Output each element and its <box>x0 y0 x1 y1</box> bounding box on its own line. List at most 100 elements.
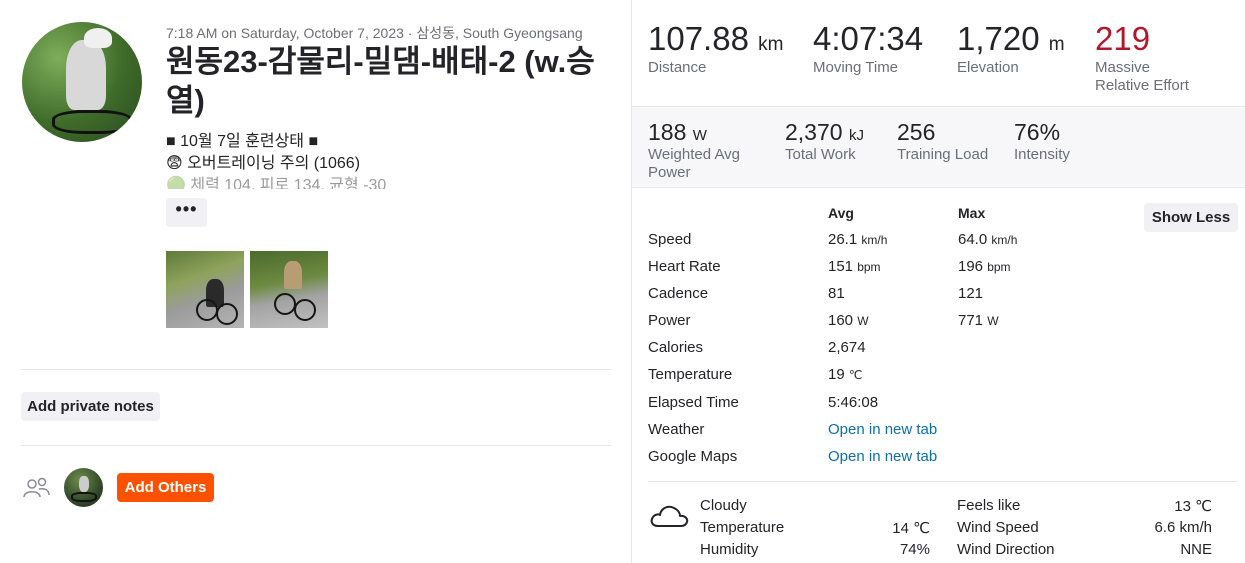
stat-unit: m <box>1048 34 1065 55</box>
detail-unit: ℃ <box>848 368 863 382</box>
stat-value: 1,720 <box>957 20 1040 57</box>
detail-avg: 160 <box>828 312 854 329</box>
detail-key: Calories <box>648 339 704 356</box>
detail-unit: bpm <box>857 260 881 274</box>
detail-max: 771 <box>958 312 984 329</box>
detail-row-google-maps: Google Maps Open in new tab <box>648 448 1188 468</box>
detail-row-temperature: Temperature 19 ℃ <box>648 366 1188 386</box>
activity-date-location: 7:18 AM on Saturday, October 7, 2023 · 삼… <box>166 25 583 41</box>
weather-link[interactable]: Open in new tab <box>828 421 937 438</box>
detail-unit: W <box>987 314 999 328</box>
secondary-stats: 188 W Weighted Avg Power 2,370 kJ Total … <box>632 106 1245 188</box>
description-line: 😨 오버트레이닝 주의 (1066) <box>166 155 361 172</box>
detail-row-speed: Speed 26.1 km/h 64.0 km/h <box>648 231 1188 251</box>
stat-label: Intensity <box>1014 146 1070 163</box>
stat-training-load: 256 Training Load <box>897 119 988 164</box>
detail-row-heart-rate: Heart Rate 151 bpm 196 bpm <box>648 258 1188 278</box>
stat-value: 188 <box>648 119 687 145</box>
detail-key: Heart Rate <box>648 258 721 275</box>
detail-unit: bpm <box>987 260 1011 274</box>
add-private-notes-button[interactable]: Add private notes <box>21 392 160 421</box>
stat-label: Power <box>648 164 691 181</box>
detail-unit: W <box>857 314 869 328</box>
stat-label: Relative Effort <box>1095 77 1189 94</box>
detail-avg: 81 <box>828 285 845 302</box>
detail-row-calories: Calories 2,674 <box>648 339 1188 359</box>
stat-label: Moving Time <box>813 59 899 76</box>
detail-key: Temperature <box>648 366 733 383</box>
stat-relative-effort[interactable]: 219 Massive Relative Effort <box>1095 20 1189 95</box>
stat-label: Training Load <box>897 146 989 163</box>
detail-key: Google Maps <box>648 448 738 465</box>
weather-wind-direction-label: Wind Direction <box>957 541 1055 558</box>
activity-summary-panel: 7:18 AM on Saturday, October 7, 2023 · 삼… <box>0 0 631 563</box>
stat-unit: kJ <box>848 127 864 144</box>
activity-title: 원동23-감물리-밀댐-배태-2 (w.승열) <box>166 44 595 118</box>
activity-photo[interactable] <box>250 251 328 328</box>
stat-value: 4:07:34 <box>813 20 924 57</box>
stat-value: 256 <box>897 119 936 145</box>
activity-description: ■ 10월 7일 훈련상태 ■ 😨 오버트레이닝 주의 (1066) 🟢 체력 … <box>166 131 386 189</box>
weather-humidity-label: Humidity <box>700 541 759 558</box>
max-column-header: Max <box>958 205 986 221</box>
stat-label: Total Work <box>785 146 856 163</box>
detail-avg: 19 <box>828 366 845 383</box>
detail-unit: km/h <box>991 233 1018 247</box>
detail-row-cadence: Cadence 81 121 <box>648 285 1188 305</box>
stat-elevation: 1,720 m Elevation <box>957 20 1065 77</box>
detail-unit: km/h <box>861 233 888 247</box>
detail-key: Weather <box>648 421 705 438</box>
detail-avg: 151 <box>828 258 854 275</box>
stat-label: Weighted Avg <box>648 146 741 163</box>
add-others-button[interactable]: Add Others <box>117 473 214 502</box>
detail-max: 196 <box>958 258 984 275</box>
show-less-button[interactable]: Show Less <box>1144 203 1238 232</box>
detail-avg: 2,674 <box>828 339 866 356</box>
stat-unit: W <box>692 127 707 144</box>
detail-row-power: Power 160 W 771 W <box>648 312 1188 332</box>
detail-row-weather: Weather Open in new tab <box>648 421 1188 441</box>
stat-intensity: 76% Intensity <box>1014 119 1070 164</box>
weather-humidity-value: 74% <box>899 541 930 558</box>
activity-stats-panel: 107.88 km Distance 4:07:34 Moving Time 1… <box>631 0 1245 563</box>
detail-key: Power <box>648 312 691 329</box>
weather-feels-like-label: Feels like <box>957 497 1021 514</box>
weather-wind-direction-value: NNE <box>1180 541 1212 558</box>
stat-value: 107.88 <box>648 20 749 57</box>
weather-feels-like-value: 13 ℃ <box>1174 498 1212 515</box>
stat-value: 219 <box>1095 20 1151 57</box>
stat-distance: 107.88 km Distance <box>648 20 783 77</box>
cloud-icon <box>650 505 689 527</box>
group-member-avatar[interactable] <box>64 468 103 507</box>
weather-temperature-label: Temperature <box>700 519 785 536</box>
stat-total-work: 2,370 kJ Total Work <box>785 119 864 164</box>
weather-wind-speed-value: 6.6 km/h <box>1154 519 1212 536</box>
activity-photo[interactable] <box>166 251 244 328</box>
more-description-button[interactable]: ••• <box>166 198 207 227</box>
detail-max: 64.0 <box>958 231 988 248</box>
stat-moving-time: 4:07:34 Moving Time <box>813 20 923 77</box>
divider <box>648 481 1238 482</box>
detail-max: 121 <box>958 285 984 302</box>
weather-wind-speed-label: Wind Speed <box>957 519 1039 536</box>
weather-temperature-value: 14 ℃ <box>892 520 930 537</box>
stat-label: Massive <box>1095 59 1151 76</box>
google-maps-link[interactable]: Open in new tab <box>828 448 937 465</box>
detail-key: Elapsed Time <box>648 394 739 411</box>
divider <box>21 369 611 370</box>
stat-label: Elevation <box>957 59 1019 76</box>
detail-avg: 26.1 <box>828 231 858 248</box>
athlete-avatar[interactable] <box>22 22 142 142</box>
weather-condition: Cloudy <box>700 497 747 514</box>
stat-value: 2,370 <box>785 119 843 145</box>
stat-value: 76% <box>1014 119 1061 145</box>
detail-key: Speed <box>648 231 692 248</box>
stat-weighted-avg-power: 188 W Weighted Avg Power <box>648 119 740 182</box>
description-line: 🟢 체력 104, 피로 134, 균형 -30 <box>166 177 387 189</box>
detail-key: Cadence <box>648 285 709 302</box>
stat-unit: km <box>758 34 784 55</box>
avg-column-header: Avg <box>828 205 854 221</box>
detail-row-elapsed-time: Elapsed Time 5:46:08 <box>648 394 1188 414</box>
group-people-icon <box>23 477 50 498</box>
stat-label: Distance <box>648 59 707 76</box>
